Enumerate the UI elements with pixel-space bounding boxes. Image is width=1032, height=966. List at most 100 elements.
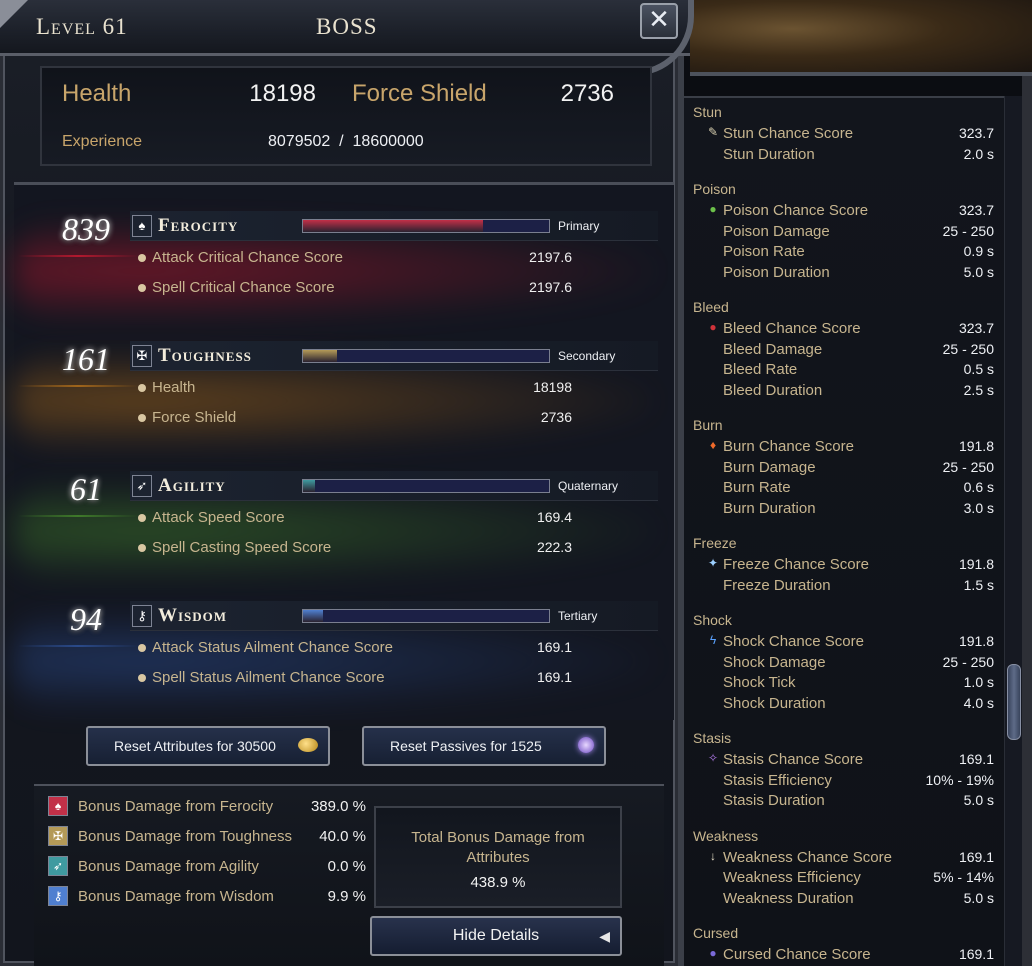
reset-attributes-button[interactable]: Reset Attributes for 30500 [86,726,330,766]
experience-label: Experience [62,133,143,150]
ailment-stat-label: Freeze Duration [723,576,831,594]
agility-icon: ➶ [48,856,68,876]
ferocity-icon: ♠ [48,796,68,816]
ailment-stat-row: Freeze Duration 1.5 s [706,576,994,596]
ailment-stat-label: Poison Duration [723,263,830,281]
attribute-progress-fill [303,350,338,362]
stat-label: Attack Critical Chance Score [152,249,343,266]
bullet-icon [138,284,146,292]
ailment-stat-value: 25 - 250 [942,653,994,670]
stat-label: Attack Status Ailment Chance Score [152,639,393,656]
ailment-stat-row: Poison Duration 5.0 s [706,263,994,283]
ailment-stat-value: 0.6 s [963,479,994,495]
close-button[interactable]: ✕ [640,3,678,39]
shock-icon: ϟ [709,633,717,647]
gold-coins-icon [298,738,318,752]
bonus-value: 0.0 % [327,858,366,875]
attribute-underline [18,385,138,387]
ailment-stat-value: 5.0 s [963,889,994,906]
ailment-stat-label: Stun Chance Score [723,125,854,142]
bullet-icon [138,644,146,652]
ferocity-icon: ♠ [132,215,152,237]
ailment-group-title: Bleed [693,299,729,315]
attribute-progress-bar [302,479,550,493]
attribute-stat-row: Spell Critical Chance Score 2197.6 [136,277,576,299]
ailment-stat-value: 323.7 [958,125,994,141]
hide-details-button[interactable]: Hide Details ◀ [370,916,622,956]
ailment-group-title: Stasis [693,730,732,746]
poison-icon: ● [709,202,717,216]
attribute-stat-row: Attack Speed Score 169.4 [136,507,576,529]
ailment-stat-row: Shock Tick 1.0 s [706,673,994,693]
attribute-progress-bar [302,219,550,233]
attribute-stat-row: Spell Casting Speed Score 222.3 [136,537,576,559]
ailment-stat-label: Poison Rate [723,243,805,260]
ailment-stat-row: Weakness Efficiency 5% - 14% [706,868,994,888]
reset-attributes-label: Reset Attributes for 30500 [114,738,276,754]
ailment-group-title: Burn [693,417,723,433]
ailment-stat-label: Shock Tick [723,674,796,691]
cursed-icon: ● [709,946,717,960]
ailment-stat-row: ✧ Stasis Chance Score 169.1 [706,750,994,770]
bullet-icon [138,514,146,522]
attribute-name: Wisdom [158,605,228,626]
weakness-icon: ↓ [710,848,716,863]
attribute-2: 61 ➶ Agility Quaternary Attack Speed Score 16… [14,471,674,591]
ailment-stat-value: 5% - 14% [933,869,994,885]
ailment-stat-value: 2.0 s [963,145,994,162]
attribute-underline [18,515,138,517]
ailments-scrollbar[interactable] [1004,96,1022,966]
ailment-stat-row: Weakness Duration 5.0 s [706,889,994,909]
ailment-stat-row: ♦ Burn Chance Score 191.8 [706,437,994,457]
attribute-progress-fill [303,480,316,492]
bonus-value: 9.9 % [327,888,366,905]
ailment-stat-label: Shock Duration [723,694,826,712]
ailment-stat-value: 323.7 [958,320,994,336]
ailment-stat-label: Cursed Chance Score [723,946,871,963]
ailment-stat-label: Bleed Rate [723,361,798,378]
experience-value: 8079502 / 18600000 [268,133,424,150]
ailment-group-title: Freeze [693,535,737,551]
ailment-group-title: Cursed [693,925,739,941]
attribute-rank: Quaternary [558,479,619,493]
ailment-stat-value: 25 - 250 [942,222,994,239]
attribute-name: Toughness [158,345,252,366]
attribute-3: 94 ⚷ Wisdom Tertiary Attack Status Ailment C… [14,601,674,721]
toughness-icon: ✠ [132,345,152,367]
bonus-label: Bonus Damage from Ferocity [78,798,274,815]
total-bonus-label: Total Bonus Damage from Attributes [411,829,585,866]
ailment-stat-label: Stasis Efficiency [723,771,832,789]
stat-label: Spell Casting Speed Score [152,539,332,556]
stat-value: 222.3 [536,539,572,555]
level-title: Level 61 [36,14,128,39]
bonus-row: ✠ Bonus Damage from Toughness 40.0 % [48,824,366,850]
bullet-icon [138,414,146,422]
attribute-stat-row: Attack Critical Chance Score 2197.6 [136,247,576,269]
ailment-stat-row: Stasis Efficiency 10% - 19% [706,771,994,791]
attribute-points: 94 [70,601,102,637]
bullet-icon [138,254,146,262]
stat-label: Attack Speed Score [152,509,285,526]
ailment-stat-label: Burn Duration [723,499,816,517]
force-shield-value: 2736 [560,80,614,107]
collapse-arrow-icon: ◀ [599,928,610,944]
health-label: Health [62,80,132,107]
attribute-points: 161 [62,341,110,377]
bonus-label: Bonus Damage from Wisdom [78,888,274,905]
bonus-value: 389.0 % [310,798,366,815]
reset-passives-button[interactable]: Reset Passives for 1525 [362,726,606,766]
ailment-stat-label: Stasis Chance Score [723,751,864,768]
ailment-stat-row: Stun Duration 2.0 s [706,145,994,165]
stat-label: Spell Critical Chance Score [152,279,335,296]
purple-orb-icon [578,737,594,753]
ailment-stat-value: 10% - 19% [925,771,994,788]
health-value: 18198 [249,80,316,107]
ailment-stat-label: Shock Chance Score [723,633,864,650]
wisdom-icon: ⚷ [48,886,68,906]
bullet-icon [138,674,146,682]
scrollbar-thumb[interactable] [1007,664,1021,740]
ailment-stat-row: Bleed Duration 2.5 s [706,381,994,401]
bonus-row: ♠ Bonus Damage from Ferocity 389.0 % [48,794,366,820]
ailment-stat-row: ϟ Shock Chance Score 191.8 [706,632,994,652]
ailment-stat-row: ↓ Weakness Chance Score 169.1 [706,848,994,868]
